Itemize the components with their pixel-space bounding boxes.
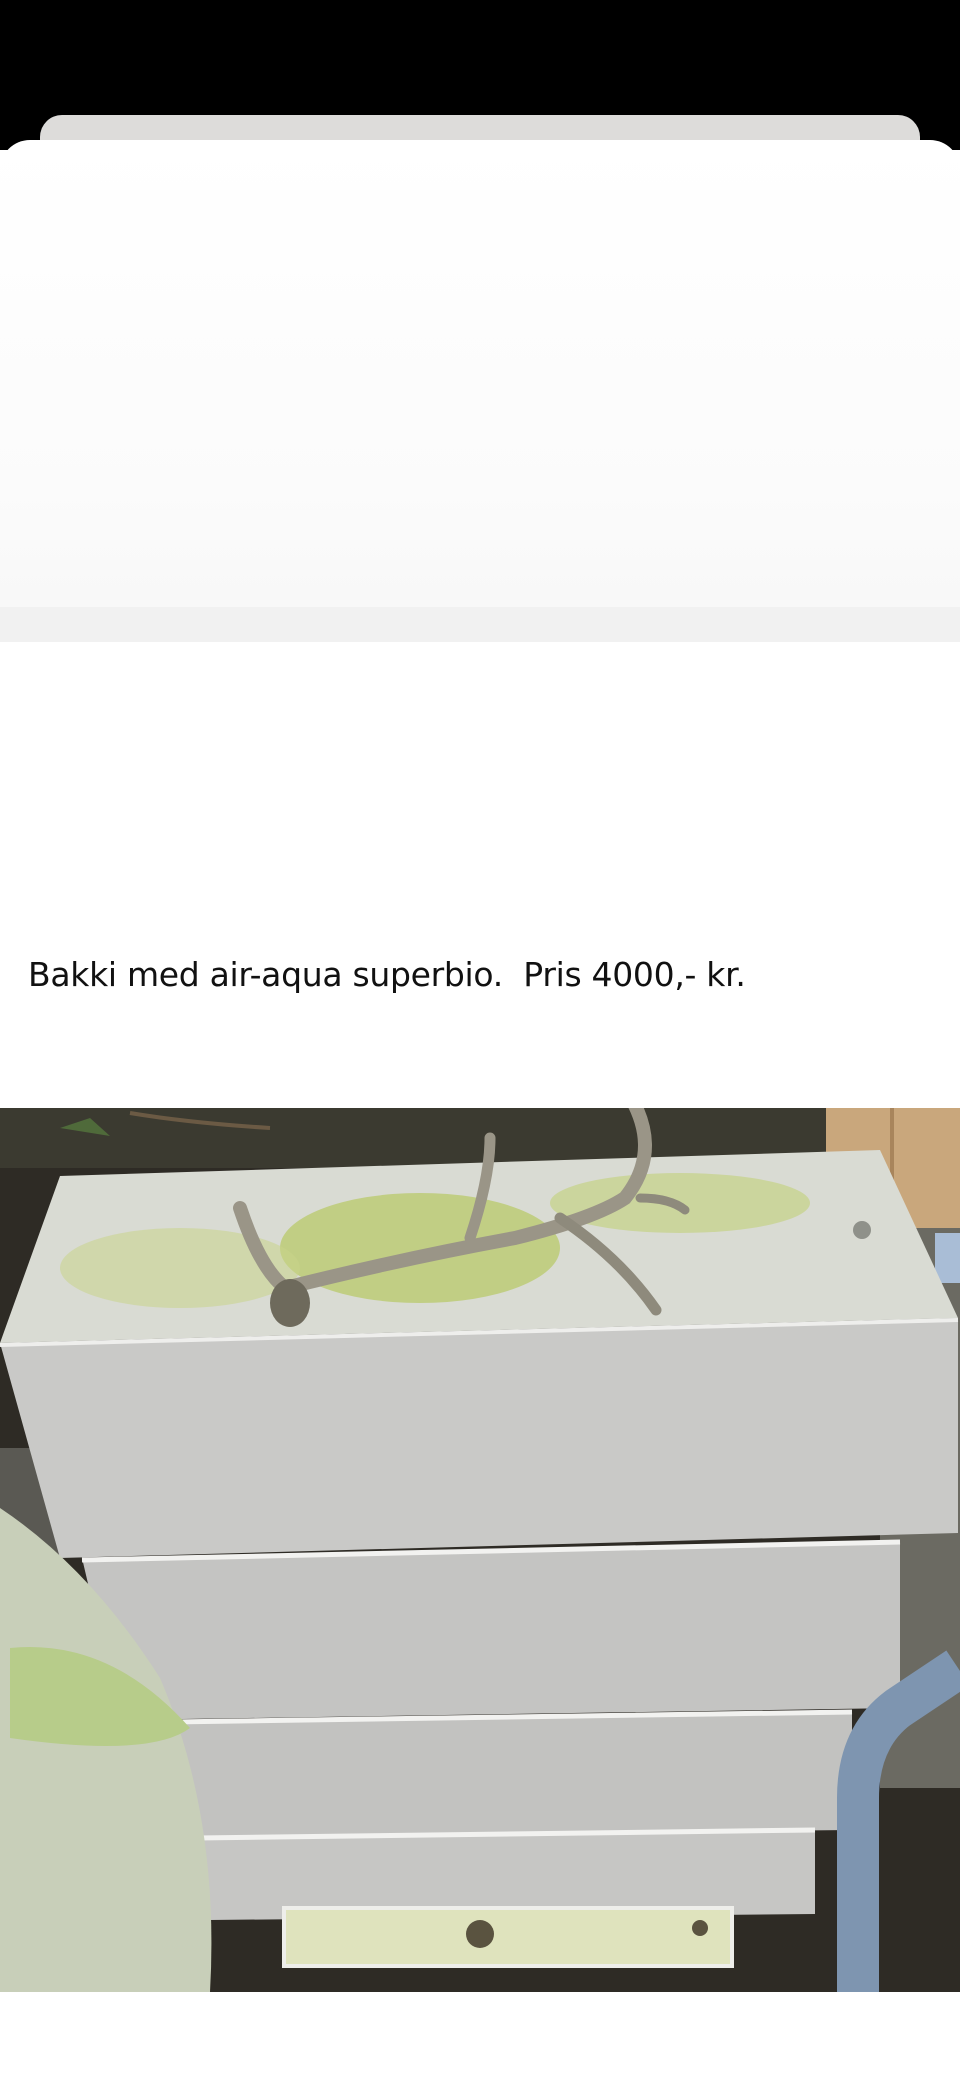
post-photo[interactable] bbox=[0, 1108, 960, 1992]
modal-sheet bbox=[0, 140, 960, 642]
photo-illustration bbox=[0, 1108, 960, 1992]
sheet-divider bbox=[0, 607, 960, 642]
post-text: Bakki med air-aqua superbio. Pris 4000,-… bbox=[28, 955, 746, 994]
